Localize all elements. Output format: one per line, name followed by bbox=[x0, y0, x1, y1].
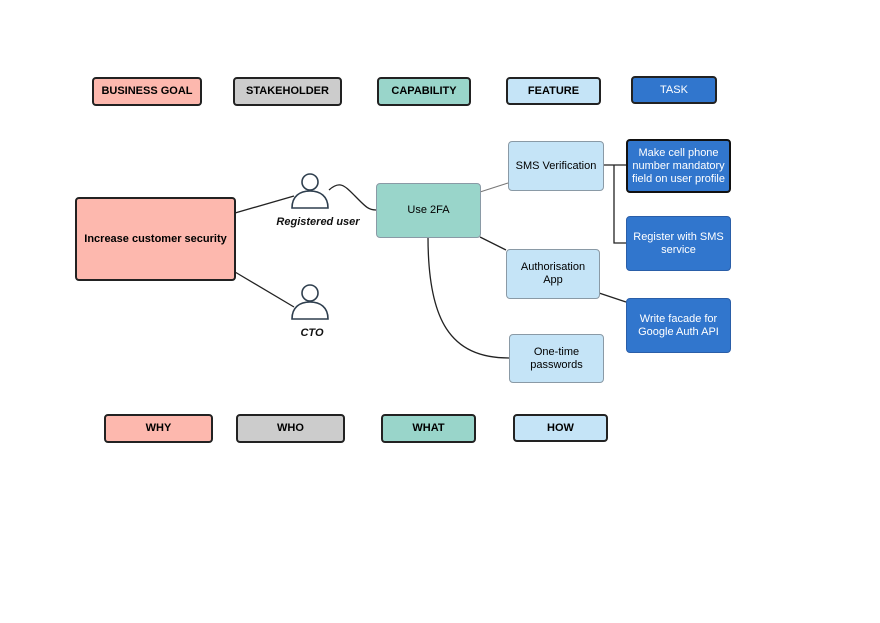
person-icon bbox=[301, 173, 319, 191]
legend-task: TASK bbox=[631, 76, 717, 104]
goal-node[interactable]: Increase customer security bbox=[75, 197, 236, 281]
connector-user-capability bbox=[328, 184, 377, 211]
task-node-sms-service[interactable]: Register with SMS service bbox=[626, 216, 731, 271]
connector-sms-tasks bbox=[603, 164, 626, 244]
legend-business-goal: BUSINESS GOAL bbox=[92, 77, 202, 106]
person-icon bbox=[291, 301, 329, 320]
connector-auth-task bbox=[598, 292, 627, 303]
connector-capability-sms bbox=[479, 182, 509, 193]
person-icon bbox=[301, 284, 319, 302]
task-node-cell-phone[interactable]: Make cell phone number mandatory field o… bbox=[626, 139, 731, 193]
feature-node-sms[interactable]: SMS Verification bbox=[508, 141, 604, 191]
stakeholder-label-registered-user: Registered user bbox=[276, 216, 360, 228]
legend-who: WHO bbox=[236, 414, 345, 443]
legend-capability: CAPABILITY bbox=[377, 77, 471, 106]
diagram-canvas: BUSINESS GOAL STAKEHOLDER CAPABILITY FEA… bbox=[0, 0, 880, 623]
connector-goal-cto bbox=[234, 271, 295, 308]
person-icon bbox=[291, 190, 329, 209]
legend-how: HOW bbox=[513, 414, 608, 442]
connector-capability-otp bbox=[427, 236, 510, 359]
connector-goal-registered-user bbox=[234, 195, 295, 214]
legend-what: WHAT bbox=[381, 414, 476, 443]
feature-node-auth-app[interactable]: Authorisation App bbox=[506, 249, 600, 299]
capability-node[interactable]: Use 2FA bbox=[376, 183, 481, 238]
legend-why: WHY bbox=[104, 414, 213, 443]
stakeholder-label-cto: CTO bbox=[300, 327, 324, 339]
legend-stakeholder: STAKEHOLDER bbox=[233, 77, 342, 106]
connector-capability-auth bbox=[479, 236, 507, 251]
feature-node-otp[interactable]: One-time passwords bbox=[509, 334, 604, 383]
legend-feature: FEATURE bbox=[506, 77, 601, 105]
task-node-google-auth[interactable]: Write facade for Google Auth API bbox=[626, 298, 731, 353]
